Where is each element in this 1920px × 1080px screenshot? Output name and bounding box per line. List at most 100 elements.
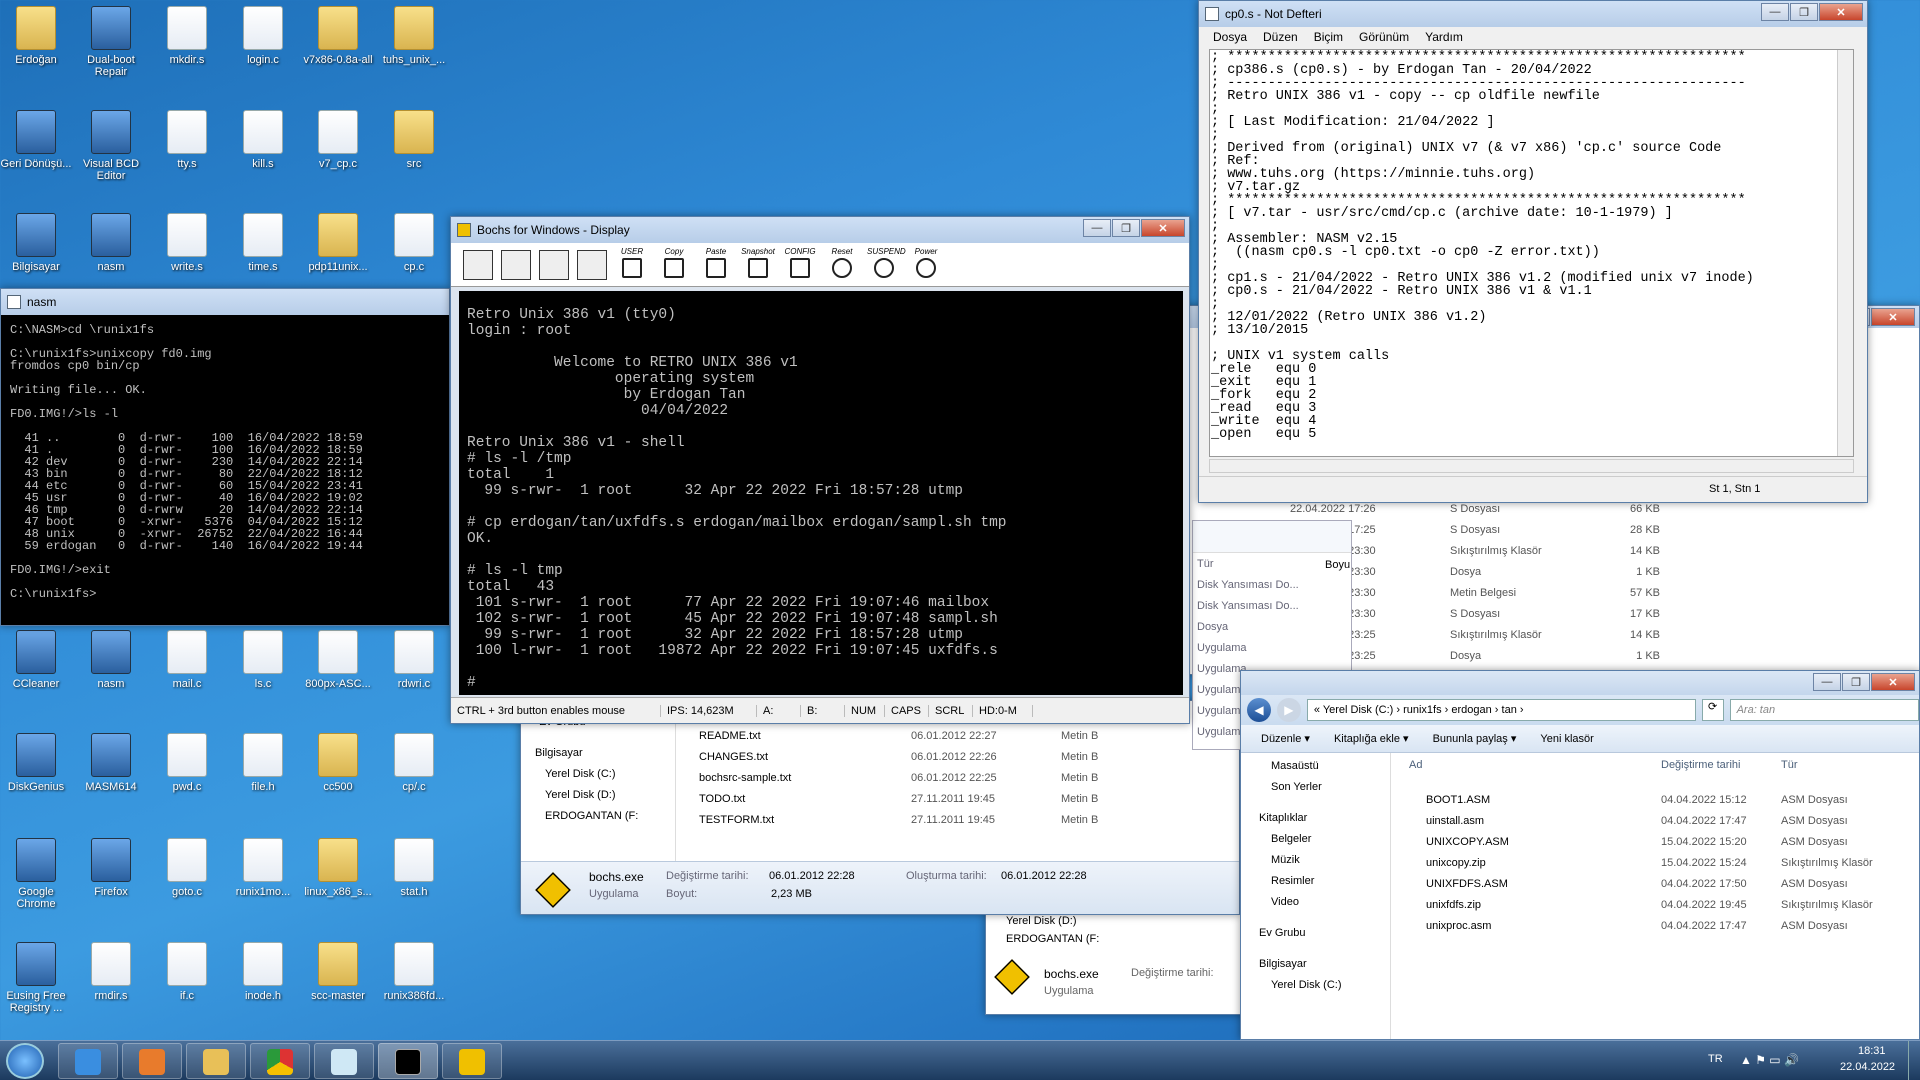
desktop-icon[interactable]: file.h <box>227 733 299 793</box>
bochs-tool-config[interactable]: CONFIG <box>783 247 817 283</box>
nasm-console-text[interactable]: C:\NASM>cd \runix1fs C:\runix1fs>unixcop… <box>10 324 363 600</box>
file-row[interactable]: uinstall.asm 04.04.2022 17:47 ASM Dosyası <box>1406 810 1906 831</box>
file-row[interactable]: TODO.txt 27.11.2011 19:45 Metin B <box>681 788 1151 809</box>
taskbar-console[interactable] <box>378 1043 438 1079</box>
file-row[interactable]: TESTFORM.txt 27.11.2011 19:45 Metin B <box>681 809 1151 830</box>
mouse-icon[interactable] <box>577 249 607 280</box>
desktop-icon[interactable]: ls.c <box>227 630 299 690</box>
bochs-tool-power[interactable]: Power <box>909 247 943 283</box>
show-desktop-button[interactable] <box>1908 1041 1920 1080</box>
desktop-icon[interactable]: v7_cp.c <box>302 110 374 170</box>
desktop-icon[interactable]: Firefox <box>75 838 147 898</box>
cdrom-icon[interactable] <box>539 249 569 280</box>
bochs-tool-reset[interactable]: Reset <box>825 247 859 283</box>
taskbar-bochs[interactable] <box>442 1043 502 1079</box>
nav-item[interactable]: Yerel Disk (C:) <box>1241 976 1390 993</box>
col-size[interactable]: Boyu <box>1325 559 1350 571</box>
desktop-icon[interactable]: login.c <box>227 6 299 66</box>
desktop-icon[interactable]: kill.s <box>227 110 299 170</box>
desktop-icon[interactable]: Google Chrome <box>0 838 72 910</box>
bochs-tool-copy[interactable]: Copy <box>657 247 691 283</box>
notepad-window[interactable]: cp0.s - Not Defteri — ❐ ✕ Dosya Düzen Biçim G… <box>1198 0 1868 503</box>
bochs-tool-user[interactable]: USER <box>615 247 649 283</box>
desktop-icon[interactable]: linux_x86_s... <box>302 838 374 898</box>
tray-icons[interactable]: ▲ ⚑ ▭ 🔊 <box>1740 1053 1799 1067</box>
desktop-icon[interactable]: rmdir.s <box>75 942 147 1002</box>
desktop-icon[interactable]: runix386fd... <box>378 942 450 1002</box>
taskbar-ie[interactable] <box>58 1043 118 1079</box>
file-row[interactable]: README.txt 06.01.2012 22:27 Metin B <box>681 725 1151 746</box>
desktop-icon[interactable]: mail.c <box>151 630 223 690</box>
desktop-icon[interactable]: mkdir.s <box>151 6 223 66</box>
desktop-icon[interactable]: DiskGenius <box>0 733 72 793</box>
menu-dosya[interactable]: Dosya <box>1213 30 1247 44</box>
desktop-icon[interactable]: rdwri.c <box>378 630 450 690</box>
clock-time[interactable]: 18:31 <box>1858 1045 1886 1057</box>
horizontal-scrollbar[interactable] <box>1209 459 1854 473</box>
toolbar-button[interactable]: Bununla paylaş ▾ <box>1433 732 1517 745</box>
file-row[interactable]: unixproc.asm 04.04.2022 17:47 ASM Dosyası <box>1406 915 1906 936</box>
desktop-icon[interactable]: stat.h <box>378 838 450 898</box>
desktop-icon[interactable]: cp.c <box>378 213 450 273</box>
bochs-tool-suspend[interactable]: SUSPEND <box>867 247 906 283</box>
desktop-icon[interactable]: inode.h <box>227 942 299 1002</box>
explorer-window-middle-back[interactable]: Yerel Disk (D:) ERDOGANTAN (F: bochs.exe… <box>985 910 1245 1015</box>
desktop-icon[interactable]: v7x86-0.8a-all <box>302 6 374 66</box>
desktop-icon[interactable]: Eusing Free Registry ... <box>0 942 72 1014</box>
nav-item[interactable]: Video <box>1241 893 1390 910</box>
file-row[interactable]: unixfdfs.zip 04.04.2022 19:45 Sıkıştırılmı… <box>1406 894 1906 915</box>
desktop-icon[interactable]: Visual BCD Editor <box>75 110 147 182</box>
desktop-icon[interactable]: if.c <box>151 942 223 1002</box>
desktop-icon[interactable]: write.s <box>151 213 223 273</box>
back-arrow-icon[interactable]: ◀ <box>1247 698 1271 722</box>
nav-item[interactable]: Ev Grubu <box>1241 924 1390 941</box>
back-nav-f[interactable]: ERDOGANTAN (F: <box>986 931 1244 947</box>
taskbar-explorer[interactable] <box>186 1043 246 1079</box>
desktop-icon[interactable]: MASM614 <box>75 733 147 793</box>
bochs-window[interactable]: Bochs for Windows - Display — ❐ ✕ USER Copy… <box>450 216 1190 724</box>
breadcrumb[interactable]: « Yerel Disk (C:) › runix1fs › erdogan ›… <box>1306 699 1696 721</box>
floppy-b-icon[interactable] <box>501 249 531 280</box>
file-row[interactable]: UNIXFDFS.ASM 04.04.2022 17:50 ASM Dosyası <box>1406 873 1906 894</box>
menu-görünüm[interactable]: Görünüm <box>1359 30 1409 44</box>
start-button[interactable] <box>6 1043 44 1079</box>
nav-item[interactable]: Masaüstü <box>1241 757 1390 774</box>
maximize-button[interactable]: ❐ <box>1842 673 1870 691</box>
desktop-icon[interactable]: Geri Dönüşü... <box>0 110 72 170</box>
col-name[interactable]: Ad <box>1401 759 1661 771</box>
desktop-icon[interactable]: time.s <box>227 213 299 273</box>
nav-item[interactable]: Kitaplıklar <box>1241 809 1390 826</box>
notepad-text[interactable]: ; **************************************… <box>1210 50 1853 441</box>
taskbar-notepad[interactable] <box>314 1043 374 1079</box>
file-row[interactable]: unixcopy.zip 15.04.2022 15:24 Sıkıştırılmı… <box>1406 852 1906 873</box>
menu-düzen[interactable]: Düzen <box>1263 30 1298 44</box>
toolbar-button[interactable]: Düzenle ▾ <box>1261 732 1310 745</box>
search-input[interactable]: Ara: tan <box>1729 699 1919 721</box>
nav-item[interactable]: Yerel Disk (C:) <box>521 765 675 782</box>
desktop-icon[interactable]: runix1mo... <box>227 838 299 898</box>
close-button[interactable]: ✕ <box>1141 219 1185 237</box>
desktop-icon[interactable]: tty.s <box>151 110 223 170</box>
taskbar-chrome[interactable] <box>250 1043 310 1079</box>
desktop-icon[interactable]: goto.c <box>151 838 223 898</box>
floppy-a-icon[interactable] <box>463 249 493 280</box>
desktop-icon[interactable]: tuhs_unix_... <box>378 6 450 66</box>
nav-item[interactable]: Bilgisayar <box>1241 955 1390 972</box>
desktop-icon[interactable]: scc-master <box>302 942 374 1002</box>
vertical-scrollbar[interactable] <box>1837 50 1853 456</box>
bochs-tool-snapshot[interactable]: Snapshot <box>741 247 775 283</box>
maximize-button[interactable]: ❐ <box>1790 3 1818 21</box>
clock-date[interactable]: 22.04.2022 <box>1840 1061 1895 1073</box>
desktop-icon[interactable]: pwd.c <box>151 733 223 793</box>
minimize-button[interactable]: — <box>1813 673 1841 691</box>
col-type[interactable]: Tür <box>1781 759 1901 771</box>
refresh-icon[interactable]: ⟳ <box>1701 699 1724 721</box>
minimize-button[interactable]: — <box>1083 219 1111 237</box>
minimize-button[interactable]: — <box>1761 3 1789 21</box>
toolbar-button[interactable]: Kitaplığa ekle ▾ <box>1334 732 1409 745</box>
file-row[interactable]: BOOT1.ASM 04.04.2022 15:12 ASM Dosyası <box>1406 789 1906 810</box>
forward-arrow-icon[interactable]: ▶ <box>1276 698 1301 722</box>
maximize-button[interactable]: ❐ <box>1112 219 1140 237</box>
explorer-window-front[interactable]: — ❐ ✕ ◀ ▶ « Yerel Disk (C:) › runix1fs › e… <box>1240 670 1920 1040</box>
desktop-icon[interactable]: CCleaner <box>0 630 72 690</box>
